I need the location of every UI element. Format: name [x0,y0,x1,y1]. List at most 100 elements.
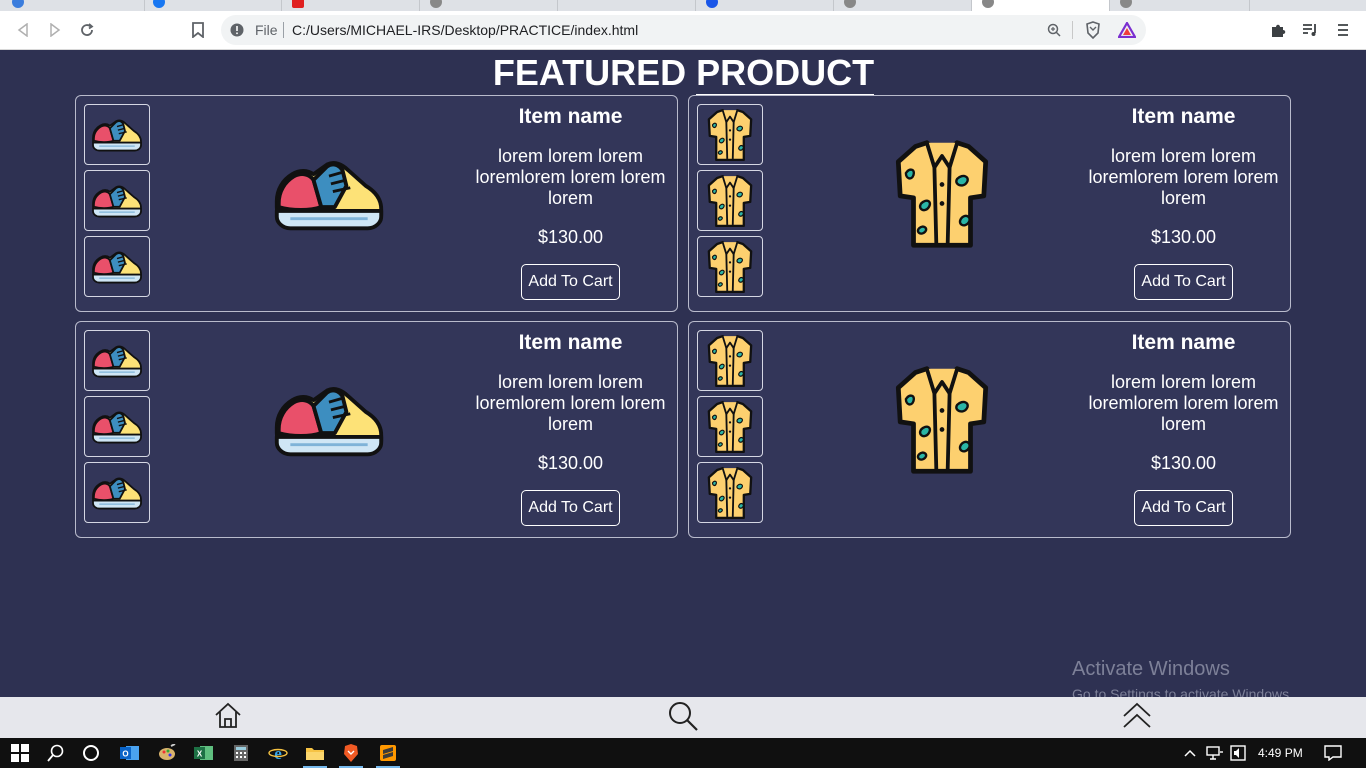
system-clock[interactable]: 4:49 PM [1258,746,1303,760]
tab-favicon-icon [430,0,442,8]
browser-tab[interactable] [558,0,696,11]
product-price: $130.00 [1150,453,1217,473]
bookmark-icon [192,22,204,38]
product-thumbnail[interactable] [84,104,150,165]
tab-favicon-icon [982,0,994,8]
windows-taskbar: O X e 4:49 PM [0,738,1366,768]
product-main-image [877,138,1007,250]
taskbar-paint[interactable] [155,741,179,765]
search-icon [669,702,698,731]
sneaker-icon [271,377,387,464]
taskbar-internet-explorer[interactable]: e [266,741,290,765]
add-to-cart-button[interactable]: Add To Cart [1134,490,1233,526]
nav-scroll-top-button[interactable] [1122,700,1152,735]
reload-icon [81,23,94,36]
browser-tab[interactable] [1110,0,1250,11]
browser-tab[interactable] [696,0,834,11]
product-card: Item name lorem lorem lorem loremlorem l… [688,95,1291,312]
taskbar-calculator[interactable] [229,741,253,765]
shirt-icon [707,399,753,455]
add-to-cart-button[interactable]: Add To Cart [1134,264,1233,300]
shirt-icon [707,107,753,163]
notifications-icon[interactable] [1324,745,1342,761]
chevrons-up-icon [1123,702,1151,728]
taskbar-sublime-text[interactable] [376,741,400,768]
taskbar-search-button[interactable] [44,741,68,765]
taskbar-excel[interactable]: X [192,741,216,765]
forward-arrow-icon [50,23,61,37]
sneaker-icon [90,247,144,287]
address-bar[interactable]: File C:/Users/MICHAEL-IRS/Desktop/PRACTI… [221,15,1146,45]
nav-home-button[interactable] [213,700,243,735]
media-button[interactable] [1299,19,1321,41]
product-thumbnail[interactable] [697,236,763,297]
info-icon [230,23,244,37]
product-price: $130.00 [537,227,604,247]
product-thumbnail[interactable] [84,396,150,457]
cortana-icon [83,745,99,761]
browser-tab[interactable] [420,0,558,11]
taskbar-brave[interactable] [339,741,363,768]
bookmark-button[interactable] [187,19,209,41]
add-to-cart-button[interactable]: Add To Cart [521,264,620,300]
product-info: Item name lorem lorem lorem loremlorem l… [472,104,669,300]
product-price: $130.00 [537,453,604,473]
extensions-button[interactable] [1267,19,1289,41]
taskbar-outlook[interactable]: O [118,741,142,765]
folder-icon [306,748,324,760]
home-icon [215,702,241,728]
product-description: lorem lorem lorem loremlorem lorem lorem… [1088,146,1279,208]
network-icon[interactable] [1206,746,1224,760]
product-info: Item name lorem lorem lorem loremlorem l… [472,330,669,526]
back-button[interactable] [12,19,34,41]
volume-icon[interactable] [1230,745,1246,761]
show-hidden-icons-icon[interactable] [1184,749,1196,757]
windows-logo-icon [11,744,29,762]
reload-button[interactable] [76,19,98,41]
browser-tab-active[interactable] [972,0,1110,11]
product-thumbnail[interactable] [697,462,763,523]
product-thumbnail[interactable] [84,170,150,231]
browser-tab[interactable] [834,0,972,11]
playlist-icon [1303,24,1316,36]
start-button[interactable] [8,741,32,765]
browser-tab[interactable] [0,0,145,11]
product-main-image [877,364,1007,476]
browser-tab[interactable] [145,0,282,11]
nav-search-button[interactable] [667,700,699,737]
calculator-icon [234,745,248,761]
product-thumbnail[interactable] [697,170,763,231]
svg-text:e: e [274,744,282,762]
tab-favicon-icon [153,0,165,8]
back-arrow-icon [17,23,28,37]
product-name: Item name [518,331,623,354]
product-thumbnail[interactable] [697,330,763,391]
sneaker-icon [90,407,144,447]
address-divider [1072,21,1073,39]
url-text[interactable]: C:/Users/MICHAEL-IRS/Desktop/PRACTICE/in… [292,22,638,38]
product-thumbnail[interactable] [697,396,763,457]
taskbar-file-explorer[interactable] [303,741,327,768]
forward-button[interactable] [44,19,66,41]
product-thumbnail[interactable] [697,104,763,165]
product-card: Item name lorem lorem lorem loremlorem l… [75,95,678,312]
product-thumbnail[interactable] [84,462,150,523]
cortana-button[interactable] [79,741,103,765]
product-main-image [264,364,394,476]
zoom-icon[interactable] [1047,23,1061,37]
browser-menu-button[interactable] [1332,19,1354,41]
page-content: FEATURED PRODUCT Item name lorem lorem l… [1,50,1366,696]
product-thumbnail[interactable] [84,330,150,391]
sneaker-icon [271,151,387,238]
sublime-text-icon [380,745,396,761]
browser-tab[interactable] [282,0,420,11]
menu-icon [1338,24,1348,36]
brave-shield-icon[interactable] [1085,21,1101,39]
add-to-cart-button[interactable]: Add To Cart [521,490,620,526]
product-card: Item name lorem lorem lorem loremlorem l… [75,321,678,538]
product-thumbnail[interactable] [84,236,150,297]
brave-rewards-icon[interactable] [1118,22,1136,38]
product-description: lorem lorem lorem loremlorem lorem lorem… [475,372,666,434]
svg-text:O: O [122,750,128,759]
svg-text:X: X [197,750,203,759]
